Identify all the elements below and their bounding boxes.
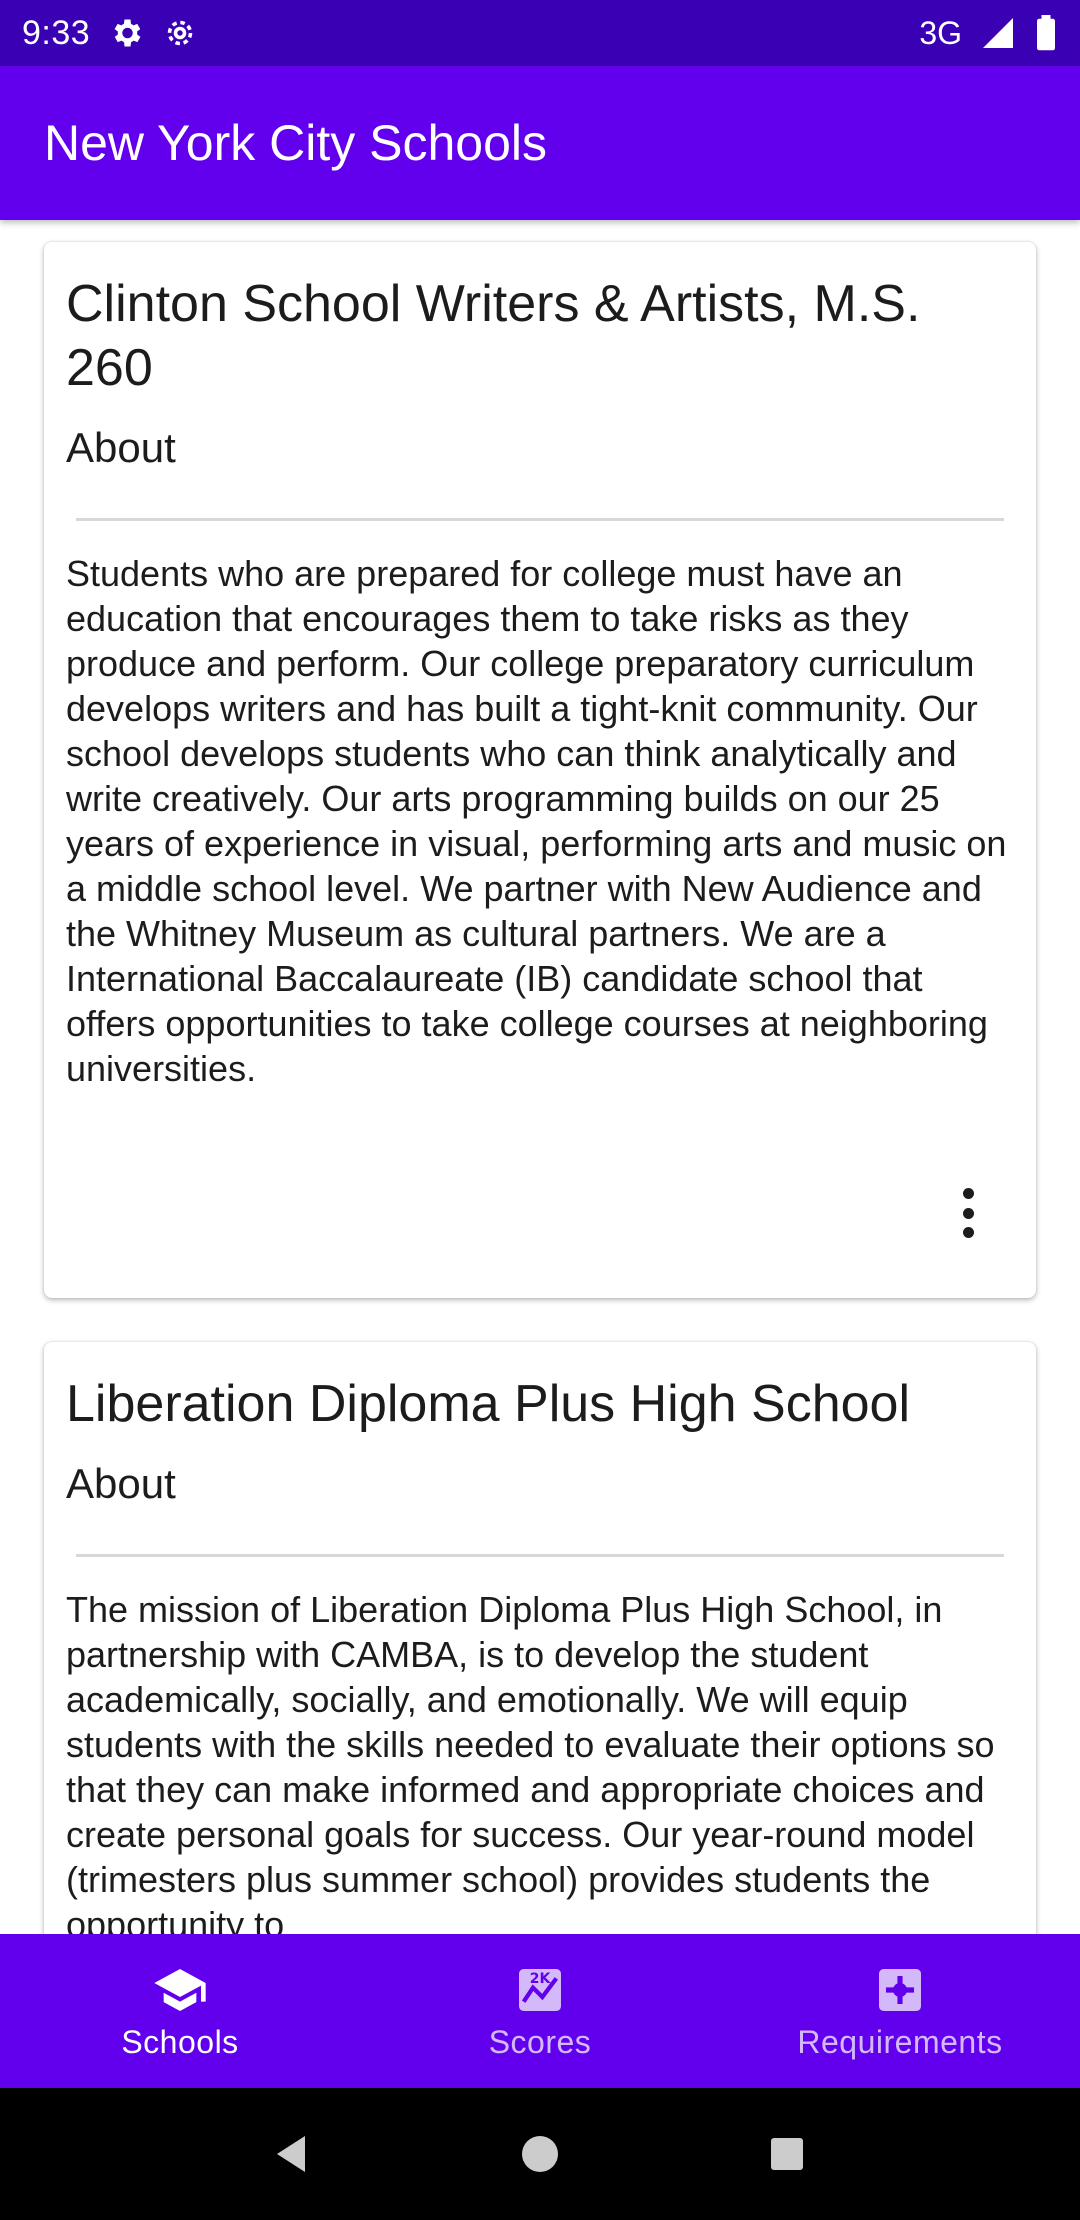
nav-item-scores[interactable]: 2K Scores [360,1934,720,2088]
recents-icon[interactable] [763,2130,811,2178]
system-navigation-bar [0,2088,1080,2220]
scores-icon: 2K [519,1968,561,2011]
network-type: 3G [919,14,962,51]
home-icon[interactable] [516,2130,564,2178]
status-left: 9:33 [22,14,198,53]
bottom-navigation: Schools 2K Scores Requirements [0,1934,1080,2088]
school-name: Liberation Diploma Plus High School [66,1375,911,1433]
more-options-icon[interactable] [960,1188,976,1238]
divider [76,518,1004,521]
battery-icon [1037,15,1055,51]
nav-item-schools[interactable]: Schools [0,1934,360,2088]
about-label: About [66,1460,176,1507]
school-overview: The mission of Liberation Diploma Plus H… [66,1589,995,1934]
nav-label-scores: Scores [488,2023,592,2060]
status-bar: 9:33 3G [0,0,1080,66]
divider [76,1554,1004,1557]
settings-alt-icon [167,20,193,46]
requirements-icon [879,1968,921,2011]
signal-icon [983,18,1013,48]
school-icon [154,1968,206,2011]
nav-label-schools: Schools [121,2023,239,2060]
school-card[interactable]: Liberation Diploma Plus High School Abou… [44,1342,1036,1934]
school-card[interactable]: Clinton School Writers & Artists, M.S. 2… [44,242,1036,1298]
back-icon[interactable] [269,2130,317,2178]
nav-label-requirements: Requirements [797,2023,1003,2060]
status-time: 9:33 [22,13,91,52]
settings-icon [114,19,141,47]
about-label: About [66,424,176,471]
school-list[interactable]: Clinton School Writers & Artists, M.S. 2… [0,220,1080,1934]
status-right: 3G [919,15,1058,52]
school-overview: Students who are prepared for college mu… [66,553,1007,1089]
nav-item-requirements[interactable]: Requirements [720,1934,1080,2088]
svg-text:2K: 2K [530,1971,552,1987]
app-title: New York City Schools [44,115,548,171]
app-bar: New York City Schools [0,66,1080,220]
school-name: Clinton School Writers & Artists, M.S. 2… [66,275,921,397]
